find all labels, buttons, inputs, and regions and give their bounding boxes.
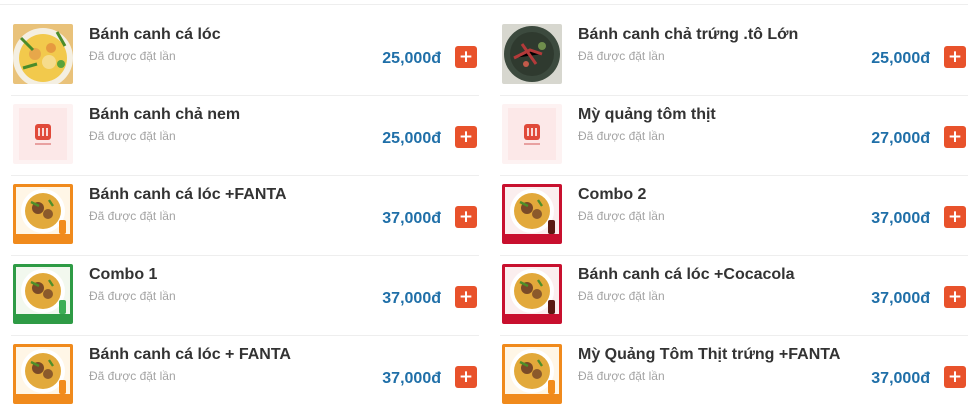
- add-to-cart-button[interactable]: +: [455, 366, 477, 388]
- order-count-label: Đã được đặt lần: [89, 49, 176, 63]
- dish-price: 37,000đ: [871, 290, 930, 307]
- add-to-cart-button[interactable]: +: [944, 206, 966, 228]
- dish-name[interactable]: Bánh canh chả nem: [89, 106, 240, 124]
- order-count-label: Đã được đặt lần: [578, 209, 665, 223]
- dish-image[interactable]: [502, 24, 562, 84]
- add-to-cart-button[interactable]: +: [944, 286, 966, 308]
- dish-image[interactable]: [13, 344, 73, 404]
- plus-icon: +: [458, 126, 474, 147]
- dish-price: 25,000đ: [871, 50, 930, 67]
- menu-page: Bánh canh cá lóc Đã được đặt lần 25,000đ…: [0, 0, 968, 418]
- order-count-label: Đã được đặt lần: [578, 49, 665, 63]
- order-count-label: Đã được đặt lần: [578, 369, 665, 383]
- dish-image[interactable]: [502, 184, 562, 244]
- plus-icon: +: [947, 46, 963, 67]
- dish-name[interactable]: Bánh canh chả trứng .tô Lớn: [578, 26, 798, 44]
- dish-image[interactable]: [13, 24, 73, 84]
- dish-price: 27,000đ: [871, 130, 930, 147]
- menu-item: Mỳ quảng tôm thịt Đã được đặt lần 27,000…: [500, 96, 968, 176]
- add-to-cart-button[interactable]: +: [944, 126, 966, 148]
- dish-price: 37,000đ: [382, 370, 441, 387]
- dish-name[interactable]: Bánh canh cá lóc +Cocacola: [578, 266, 795, 284]
- dish-image[interactable]: [13, 104, 73, 164]
- plus-icon: +: [947, 366, 963, 387]
- add-to-cart-button[interactable]: +: [455, 46, 477, 68]
- plus-icon: +: [458, 206, 474, 227]
- plus-icon: +: [458, 286, 474, 307]
- menu-item: Combo 1 Đã được đặt lần 37,000đ +: [11, 256, 479, 336]
- plus-icon: +: [458, 366, 474, 387]
- menu-item: Bánh canh cá lóc + FANTA Đã được đặt lần…: [11, 336, 479, 416]
- add-to-cart-button[interactable]: +: [944, 46, 966, 68]
- dish-name[interactable]: Bánh canh cá lóc: [89, 26, 221, 44]
- dish-price: 25,000đ: [382, 50, 441, 67]
- add-to-cart-button[interactable]: +: [944, 366, 966, 388]
- order-count-label: Đã được đặt lần: [89, 209, 176, 223]
- dish-price: 37,000đ: [871, 370, 930, 387]
- order-count-label: Đã được đặt lần: [578, 129, 665, 143]
- top-divider: [0, 4, 968, 5]
- dish-name[interactable]: Combo 1: [89, 266, 157, 284]
- dish-price: 25,000đ: [382, 130, 441, 147]
- menu-item: Bánh canh cá lóc +Cocacola Đã được đặt l…: [500, 256, 968, 336]
- order-count-label: Đã được đặt lần: [89, 129, 176, 143]
- dish-image[interactable]: [502, 104, 562, 164]
- dish-image[interactable]: [502, 344, 562, 404]
- dish-price: 37,000đ: [871, 210, 930, 227]
- menu-item: Mỳ Quảng Tôm Thịt trứng +FANTA Đã được đ…: [500, 336, 968, 416]
- dish-image[interactable]: [13, 184, 73, 244]
- menu-column-left: Bánh canh cá lóc Đã được đặt lần 25,000đ…: [11, 16, 479, 416]
- dish-name[interactable]: Bánh canh cá lóc +FANTA: [89, 186, 287, 204]
- menu-item: Bánh canh chả nem Đã được đặt lần 25,000…: [11, 96, 479, 176]
- plus-icon: +: [458, 46, 474, 67]
- menu-item: Combo 2 Đã được đặt lần 37,000đ +: [500, 176, 968, 256]
- add-to-cart-button[interactable]: +: [455, 126, 477, 148]
- dish-image[interactable]: [502, 264, 562, 324]
- dish-name[interactable]: Combo 2: [578, 186, 646, 204]
- dish-name[interactable]: Mỳ quảng tôm thịt: [578, 106, 716, 124]
- dish-name[interactable]: Mỳ Quảng Tôm Thịt trứng +FANTA: [578, 346, 840, 364]
- menu-item: Bánh canh cá lóc +FANTA Đã được đặt lần …: [11, 176, 479, 256]
- order-count-label: Đã được đặt lần: [578, 289, 665, 303]
- dish-price: 37,000đ: [382, 210, 441, 227]
- dish-price: 37,000đ: [382, 290, 441, 307]
- plus-icon: +: [947, 206, 963, 227]
- dish-name[interactable]: Bánh canh cá lóc + FANTA: [89, 346, 291, 364]
- menu-item: Bánh canh cá lóc Đã được đặt lần 25,000đ…: [11, 16, 479, 96]
- add-to-cart-button[interactable]: +: [455, 206, 477, 228]
- plus-icon: +: [947, 286, 963, 307]
- menu-item: Bánh canh chả trứng .tô Lớn Đã được đặt …: [500, 16, 968, 96]
- order-count-label: Đã được đặt lần: [89, 289, 176, 303]
- menu-column-right: Bánh canh chả trứng .tô Lớn Đã được đặt …: [500, 16, 968, 416]
- dish-image[interactable]: [13, 264, 73, 324]
- plus-icon: +: [947, 126, 963, 147]
- order-count-label: Đã được đặt lần: [89, 369, 176, 383]
- add-to-cart-button[interactable]: +: [455, 286, 477, 308]
